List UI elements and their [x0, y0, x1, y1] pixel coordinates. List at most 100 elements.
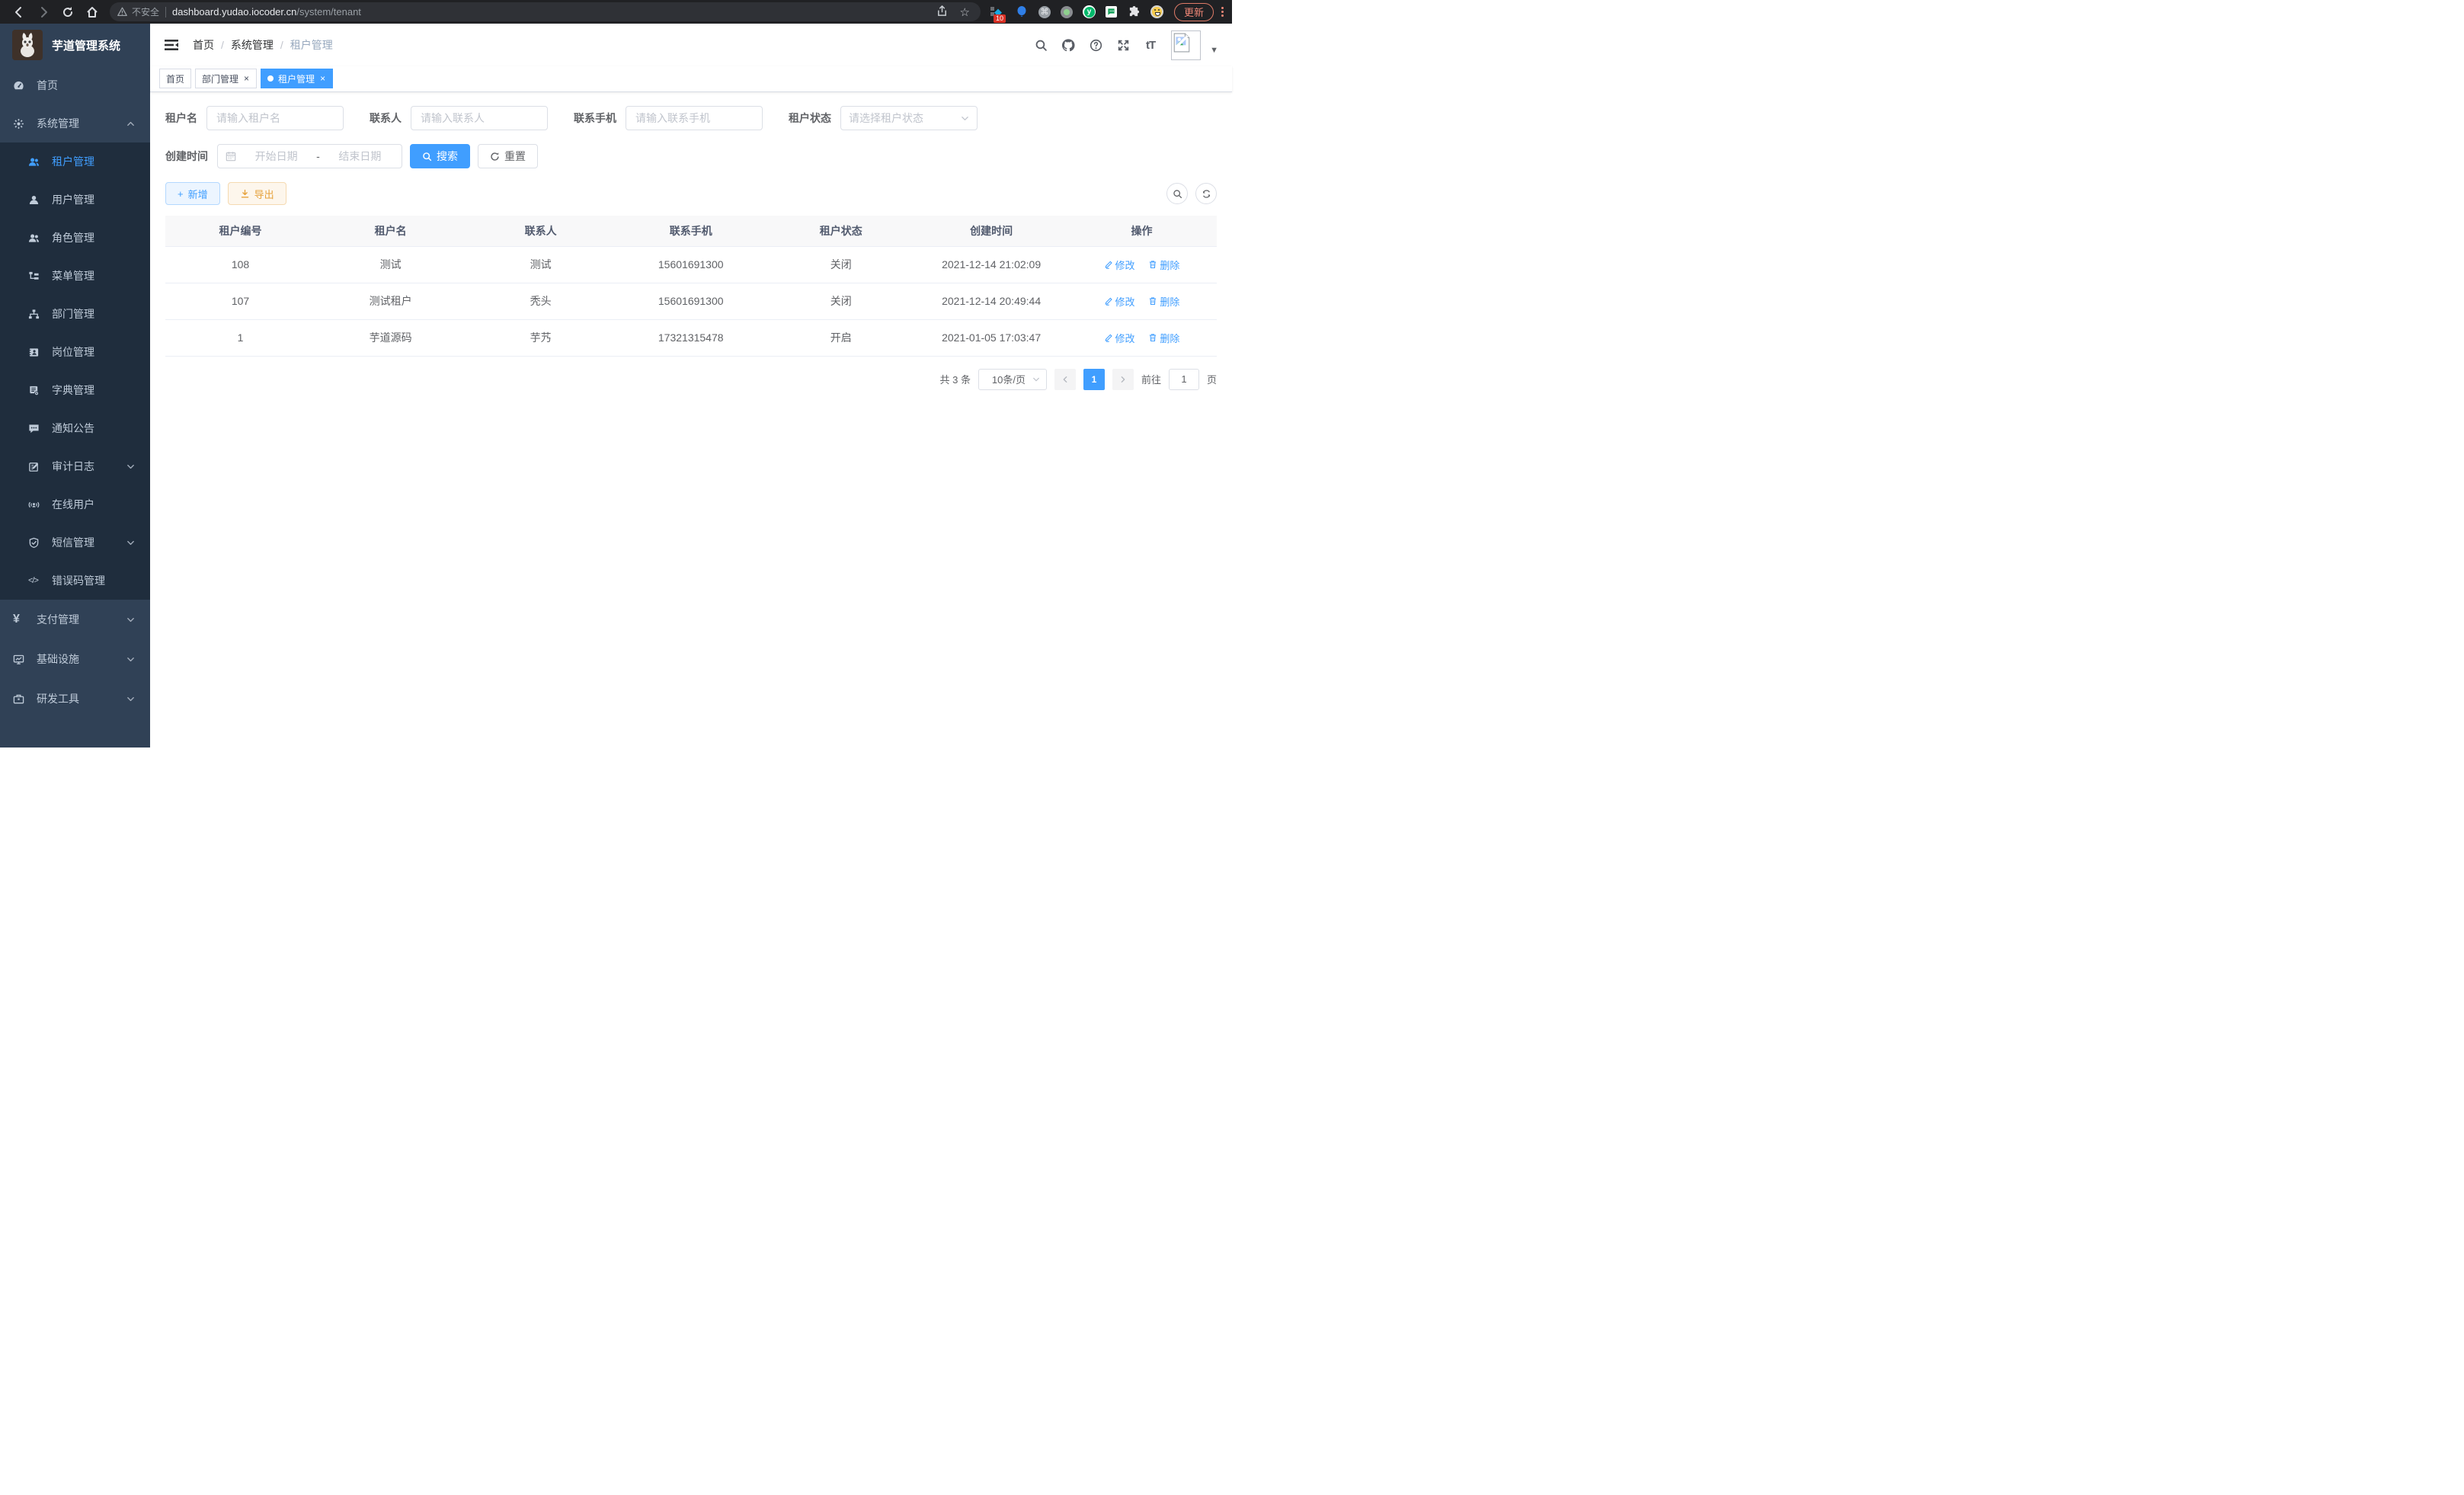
profile-avatar-icon[interactable]	[1150, 5, 1163, 18]
bookmark-star-icon[interactable]: ☆	[960, 5, 970, 19]
extension-balloon-icon[interactable]	[1015, 5, 1029, 19]
sidebar-item-tenant[interactable]: 租户管理	[0, 142, 150, 181]
browser-forward-button[interactable]	[37, 5, 50, 19]
code-icon: </>	[28, 575, 40, 587]
edit-icon	[1104, 296, 1113, 306]
mobile-input[interactable]	[626, 106, 763, 130]
edit-icon	[1104, 260, 1113, 269]
search-icon	[422, 152, 432, 162]
pagination: 共 3 条 10条/页 1 前往 页	[165, 369, 1217, 390]
breadcrumb-system[interactable]: 系统管理	[231, 37, 274, 53]
col-create-time: 创建时间	[916, 216, 1067, 246]
delete-action[interactable]: 删除	[1148, 258, 1179, 272]
browser-menu-icon[interactable]	[1221, 7, 1224, 17]
browser-address-bar[interactable]: 不安全 dashboard.yudao.iocoder.cn/system/te…	[110, 2, 981, 21]
goto-page-input[interactable]	[1169, 369, 1199, 390]
tag-home[interactable]: 首页	[159, 69, 191, 88]
cell-create-time: 2021-12-14 20:49:44	[916, 283, 1067, 319]
next-page-button[interactable]	[1112, 369, 1134, 390]
cell-mobile: 15601691300	[616, 246, 766, 283]
font-size-icon[interactable]: tT	[1144, 38, 1157, 52]
extensions-puzzle-icon[interactable]	[1127, 5, 1141, 19]
tenant-name-input[interactable]	[206, 106, 344, 130]
browser-back-button[interactable]	[12, 5, 26, 19]
header-search-icon[interactable]	[1034, 38, 1048, 52]
sidebar-group-pay[interactable]: ¥ 支付管理	[0, 600, 150, 639]
sidebar-group-audit-log[interactable]: 审计日志	[0, 447, 150, 485]
reset-button[interactable]: 重置	[478, 144, 538, 168]
refresh-table-button[interactable]	[1195, 183, 1217, 204]
extension-yuque-icon[interactable]: y	[1083, 5, 1096, 18]
prev-page-button[interactable]	[1054, 369, 1076, 390]
export-button[interactable]: 导出	[228, 182, 286, 205]
browser-update-button[interactable]: 更新	[1174, 3, 1214, 21]
cell-contact: 秃头	[466, 283, 616, 319]
browser-reload-button[interactable]	[61, 5, 75, 19]
page-size-select[interactable]: 10条/页	[978, 369, 1047, 390]
toggle-search-button[interactable]	[1166, 183, 1188, 204]
sidebar-group-sms[interactable]: 短信管理	[0, 523, 150, 562]
sidebar-item-post[interactable]: 岗位管理	[0, 333, 150, 371]
sidebar-group-infra[interactable]: 基础设施	[0, 639, 150, 679]
site-security-chip[interactable]: 不安全	[117, 5, 159, 18]
breadcrumb-home[interactable]: 首页	[193, 37, 214, 53]
sidebar-item-dict[interactable]: 字典管理	[0, 371, 150, 409]
extension-chat-icon[interactable]	[1106, 6, 1117, 18]
table-toolbar: + 新增 导出	[165, 182, 1217, 205]
sidebar-logo[interactable]: 芋道管理系统	[0, 24, 150, 66]
divider	[165, 7, 166, 18]
warning-icon	[117, 7, 127, 17]
sidebar-toggle-icon[interactable]	[164, 37, 179, 53]
sidebar-item-home[interactable]: 首页	[0, 66, 150, 104]
tag-close-icon[interactable]: ×	[243, 74, 250, 83]
sidebar-item-error-code[interactable]: </> 错误码管理	[0, 562, 150, 600]
chevron-down-icon	[126, 695, 135, 703]
add-button[interactable]: + 新增	[165, 182, 220, 205]
gauge-icon	[13, 80, 24, 91]
date-range-picker[interactable]: 开始日期 - 结束日期	[217, 144, 402, 168]
tag-dept[interactable]: 部门管理 ×	[195, 69, 257, 88]
delete-action[interactable]: 删除	[1148, 294, 1179, 309]
browser-home-button[interactable]	[85, 5, 99, 19]
contact-label: 联系人	[370, 110, 402, 126]
sidebar-group-system[interactable]: 系统管理	[0, 104, 150, 142]
contact-input[interactable]	[411, 106, 548, 130]
edit-action[interactable]: 修改	[1104, 331, 1135, 345]
avatar-caret-icon[interactable]: ▼	[1210, 46, 1218, 55]
extension-command-icon[interactable]: ⌘	[1038, 6, 1051, 18]
extension-kite-icon[interactable]: ◆ 10	[991, 5, 1005, 19]
goto-suffix: 页	[1207, 372, 1217, 386]
delete-action[interactable]: 删除	[1148, 331, 1179, 345]
user-avatar[interactable]	[1171, 30, 1201, 60]
menu-tree-icon	[28, 271, 40, 282]
sidebar-group-dev-tools[interactable]: 研发工具	[0, 679, 150, 719]
tag-close-icon[interactable]: ×	[319, 74, 326, 83]
sidebar-item-menu[interactable]: 菜单管理	[0, 257, 150, 295]
sidebar-item-online-user[interactable]: 在线用户	[0, 485, 150, 523]
github-icon[interactable]	[1061, 38, 1075, 52]
fullscreen-icon[interactable]	[1116, 38, 1130, 52]
sidebar-item-user[interactable]: 用户管理	[0, 181, 150, 219]
filter-row-1: 租户名 联系人 联系手机 租户状态 请选择租户状态	[165, 106, 1217, 130]
system-submenu: 租户管理 用户管理 角色管理 菜单管理	[0, 142, 150, 600]
cell-tenant-name: 测试租户	[315, 283, 466, 319]
col-tenant-id: 租户编号	[165, 216, 315, 246]
tag-tenant[interactable]: 租户管理 ×	[261, 69, 333, 88]
chevron-right-icon	[1119, 376, 1127, 383]
end-date-placeholder[interactable]: 结束日期	[326, 149, 394, 164]
sidebar-item-role[interactable]: 角色管理	[0, 219, 150, 257]
sidebar-item-notice[interactable]: 通知公告	[0, 409, 150, 447]
extension-recorder-icon[interactable]	[1061, 6, 1073, 18]
edit-action[interactable]: 修改	[1104, 294, 1135, 309]
status-select[interactable]: 请选择租户状态	[840, 106, 978, 130]
sidebar-item-dept[interactable]: 部门管理	[0, 295, 150, 333]
start-date-placeholder[interactable]: 开始日期	[242, 149, 310, 164]
cell-create-time: 2021-01-05 17:03:47	[916, 319, 1067, 356]
page-number-1[interactable]: 1	[1083, 369, 1105, 390]
edit-action[interactable]: 修改	[1104, 258, 1135, 272]
share-icon[interactable]	[936, 5, 948, 19]
sidebar-group-label: 系统管理	[37, 116, 79, 131]
help-icon[interactable]	[1089, 38, 1102, 52]
search-button[interactable]: 搜索	[410, 144, 470, 168]
post-icon	[28, 347, 40, 358]
